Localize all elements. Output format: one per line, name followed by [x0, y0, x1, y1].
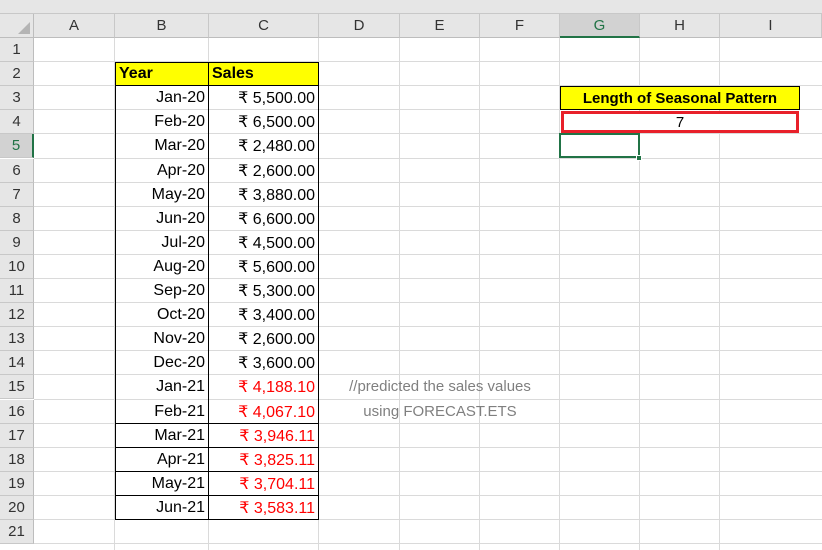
- year-cell[interactable]: Apr-21: [115, 448, 209, 472]
- year-cell[interactable]: Jun-21: [115, 496, 209, 520]
- year-cell[interactable]: Nov-20: [115, 327, 209, 351]
- sales-cell[interactable]: ₹ 3,946.11: [209, 424, 319, 448]
- year-cell[interactable]: Sep-20: [115, 279, 209, 303]
- sales-cell[interactable]: ₹ 3,400.00: [209, 303, 319, 327]
- note-line-1: //predicted the sales values: [349, 378, 531, 396]
- sales-cell[interactable]: ₹ 6,500.00: [209, 110, 319, 134]
- gridline-vertical: [479, 38, 480, 550]
- sales-cell[interactable]: ₹ 3,600.00: [209, 351, 319, 375]
- sales-cell[interactable]: ₹ 5,500.00: [209, 86, 319, 110]
- year-cell[interactable]: Feb-20: [115, 110, 209, 134]
- fill-handle[interactable]: [636, 154, 642, 161]
- table-border-left: [115, 86, 116, 520]
- row-header-1[interactable]: 1: [0, 38, 34, 63]
- row-border: [115, 422, 319, 424]
- year-cell[interactable]: Jan-21: [115, 375, 209, 399]
- row-header-8[interactable]: 8: [0, 206, 34, 231]
- table-border-mid: [208, 86, 209, 520]
- year-cell[interactable]: Dec-20: [115, 351, 209, 375]
- year-cell[interactable]: May-21: [115, 472, 209, 496]
- column-header-c[interactable]: C: [209, 14, 319, 38]
- year-header-cell[interactable]: Year: [115, 62, 209, 87]
- column-header-d[interactable]: D: [319, 14, 400, 38]
- row-header-7[interactable]: 7: [0, 182, 34, 207]
- row-header-15[interactable]: 15: [0, 375, 34, 400]
- column-header-e[interactable]: E: [400, 14, 480, 38]
- row-header-21[interactable]: 21: [0, 520, 34, 545]
- sales-cell[interactable]: ₹ 3,825.11: [209, 448, 319, 472]
- row-header-2[interactable]: 2: [0, 62, 34, 87]
- row-header-5[interactable]: 5: [0, 134, 34, 159]
- row-header-18[interactable]: 18: [0, 447, 34, 472]
- row-header-4[interactable]: 4: [0, 110, 34, 135]
- sales-header-cell[interactable]: Sales: [208, 62, 319, 87]
- sales-cell[interactable]: ₹ 6,600.00: [209, 207, 319, 231]
- column-header-i[interactable]: I: [720, 14, 822, 38]
- gridline-vertical: [399, 38, 400, 550]
- sales-cell[interactable]: ₹ 5,600.00: [209, 255, 319, 279]
- sales-cell[interactable]: ₹ 3,880.00: [209, 183, 319, 207]
- row-border: [115, 494, 319, 496]
- row-header-19[interactable]: 19: [0, 471, 34, 496]
- column-header-g[interactable]: G: [560, 14, 640, 38]
- select-all-triangle-icon: [18, 22, 30, 34]
- ribbon-edge: [0, 0, 822, 14]
- sales-cell[interactable]: ₹ 2,600.00: [209, 327, 319, 351]
- gridline-horizontal: [34, 543, 822, 545]
- active-cell-g5[interactable]: [559, 133, 640, 159]
- row-header-13[interactable]: 13: [0, 327, 34, 352]
- row-header-11[interactable]: 11: [0, 279, 34, 304]
- sales-cell[interactable]: ₹ 2,480.00: [209, 134, 319, 158]
- sales-cell[interactable]: ₹ 4,188.10: [209, 375, 319, 399]
- year-cell[interactable]: Feb-21: [115, 400, 209, 424]
- select-all-button[interactable]: [0, 14, 34, 38]
- table-border-bottom: [115, 519, 319, 520]
- table-border-right: [318, 86, 319, 520]
- row-header-12[interactable]: 12: [0, 303, 34, 328]
- row-header-9[interactable]: 9: [0, 230, 34, 255]
- year-cell[interactable]: Mar-20: [115, 134, 209, 158]
- column-header-h[interactable]: H: [640, 14, 720, 38]
- note-line-2: using FORECAST.ETS: [363, 402, 517, 420]
- year-cell[interactable]: Jul-20: [115, 231, 209, 255]
- column-header-a[interactable]: A: [34, 14, 115, 38]
- year-cell[interactable]: Jun-20: [115, 207, 209, 231]
- year-cell[interactable]: Mar-21: [115, 424, 209, 448]
- row-header-17[interactable]: 17: [0, 423, 34, 448]
- column-header-f[interactable]: F: [480, 14, 560, 38]
- column-header-b[interactable]: B: [115, 14, 209, 38]
- sales-cell[interactable]: ₹ 2,600.00: [209, 159, 319, 183]
- row-header-3[interactable]: 3: [0, 86, 34, 111]
- sales-cell[interactable]: ₹ 3,704.11: [209, 472, 319, 496]
- year-cell[interactable]: May-20: [115, 183, 209, 207]
- year-cell[interactable]: Oct-20: [115, 303, 209, 327]
- row-header-20[interactable]: 20: [0, 495, 34, 520]
- row-border: [115, 446, 319, 448]
- year-cell[interactable]: Aug-20: [115, 255, 209, 279]
- row-header-14[interactable]: 14: [0, 351, 34, 376]
- sales-cell[interactable]: ₹ 5,300.00: [209, 279, 319, 303]
- row-header-6[interactable]: 6: [0, 158, 34, 183]
- sales-cell[interactable]: ₹ 4,067.10: [209, 400, 319, 424]
- seasonal-pattern-value[interactable]: 7: [561, 111, 799, 134]
- seasonal-pattern-label[interactable]: Length of Seasonal Pattern: [560, 86, 800, 111]
- row-header-10[interactable]: 10: [0, 254, 34, 279]
- row-header-16[interactable]: 16: [0, 399, 34, 424]
- gridline-vertical: [559, 38, 560, 550]
- sales-cell[interactable]: ₹ 4,500.00: [209, 231, 319, 255]
- year-cell[interactable]: Jan-20: [115, 86, 209, 110]
- sales-cell[interactable]: ₹ 3,583.11: [209, 496, 319, 520]
- row-border: [115, 470, 319, 472]
- year-cell[interactable]: Apr-20: [115, 159, 209, 183]
